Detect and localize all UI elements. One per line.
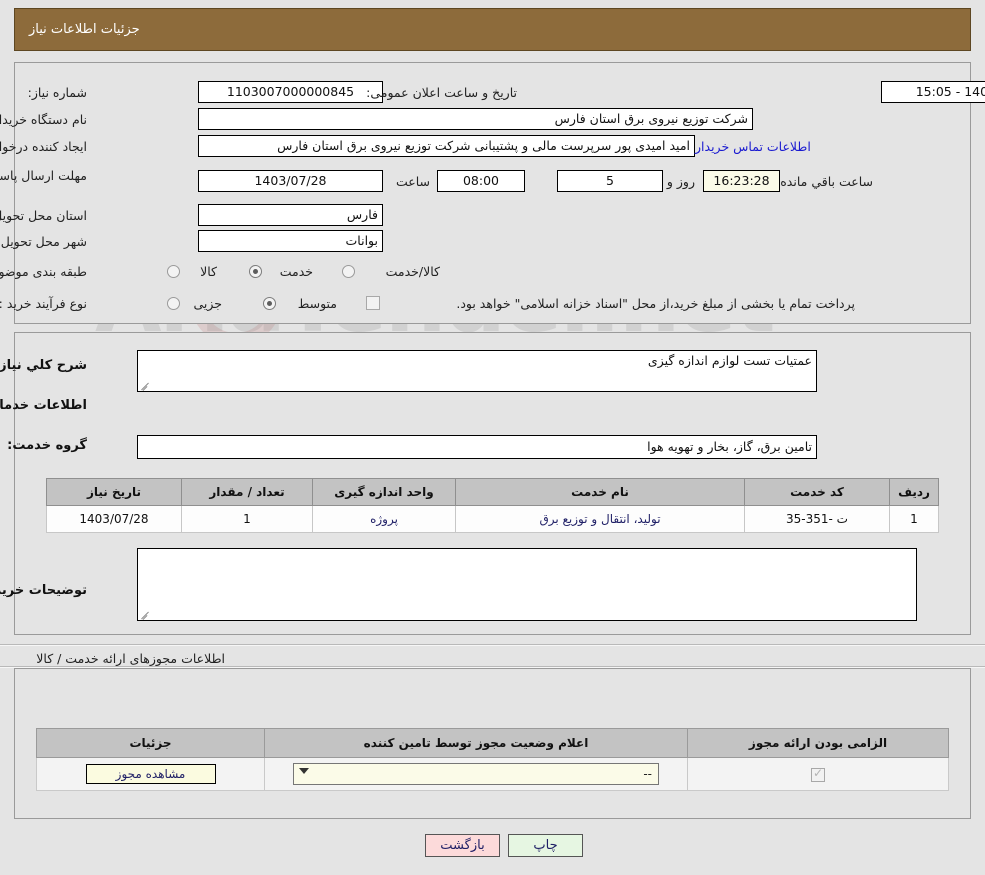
col-quantity: تعداد / مقدار — [181, 478, 313, 506]
announce-datetime-value: 1403/07/22 - 15:05 — [881, 81, 985, 103]
permit-status-select[interactable]: -- — [293, 763, 659, 785]
remaining-days-value: 5 — [557, 170, 663, 192]
buyer-notes-textarea[interactable] — [137, 548, 917, 621]
hour-label: ساعت — [395, 174, 430, 189]
col-permit-status: اعلام وضعیت مجوز توسط تامین کننده — [264, 728, 688, 758]
deadline-date-value: 1403/07/28 — [198, 170, 383, 192]
page-title-bar: جزئیات اطلاعات نیاز — [14, 8, 971, 51]
category-radio-kala-khedmat[interactable] — [342, 265, 355, 278]
province-value: فارس — [198, 204, 383, 226]
announce-datetime-label: تاریخ و ساعت اعلان عمومی: — [366, 85, 517, 100]
col-index: ردیف — [889, 478, 939, 506]
print-button[interactable]: چاپ — [508, 834, 583, 857]
need-number-label: شماره نیاز: — [27, 85, 87, 100]
process-option-0-label: جزیی — [193, 296, 222, 311]
col-date: تاریخ نیاز — [46, 478, 182, 506]
category-label: طبقه بندی موضوعی: — [0, 264, 87, 279]
treasury-bond-checkbox[interactable] — [366, 296, 380, 310]
col-name: نام خدمت — [455, 478, 745, 506]
cell-permit-status: -- — [264, 757, 688, 791]
city-label: شهر محل تحویل: — [0, 234, 87, 249]
service-group-label: گروه خدمت: — [7, 438, 87, 453]
process-radio-motavasset[interactable] — [263, 297, 276, 310]
resize-grip-icon[interactable] — [140, 609, 150, 619]
remaining-time-value: 16:23:28 — [703, 170, 780, 192]
col-permit-required: الزامی بودن ارائه مجوز — [687, 728, 949, 758]
cell-unit: پروژه — [312, 505, 456, 533]
deadline-time-value: 08:00 — [437, 170, 525, 192]
cell-quantity: 1 — [181, 505, 313, 533]
services-table: ردیف کد خدمت نام خدمت واحد اندازه گیری ت… — [46, 478, 939, 533]
divider — [0, 666, 985, 668]
description-textarea[interactable]: عمتیات تست لوازم اندازه گیزی — [137, 350, 817, 392]
permits-section-label: اطلاعات مجوزهای ارائه خدمت / کالا — [36, 651, 225, 666]
days-label: روز و — [666, 174, 695, 189]
divider — [0, 644, 985, 646]
chevron-down-icon — [299, 768, 309, 774]
cell-index: 1 — [889, 505, 939, 533]
request-creator-label: ایجاد کننده درخواست: — [0, 139, 87, 154]
page-root: AriaTender.net جزئیات اطلاعات نیاز شماره… — [0, 0, 985, 875]
table-row: 1 ت -351-35 تولید، انتقال و توزیع برق پر… — [46, 505, 939, 533]
permits-header-row: الزامی بودن ارائه مجوز اعلام وضعیت مجوز … — [36, 728, 949, 758]
service-group-value: تامین برق، گاز، بخار و تهویه هوا — [137, 435, 817, 459]
view-permit-button[interactable]: مشاهده مجوز — [85, 764, 216, 784]
col-unit: واحد اندازه گیری — [312, 478, 456, 506]
cell-permit-required — [687, 757, 949, 791]
cell-code: ت -351-35 — [744, 505, 890, 533]
permit-required-checkbox — [811, 766, 825, 782]
buyer-notes-label: توضیحات خریدار: — [0, 583, 87, 598]
city-value: بوانات — [198, 230, 383, 252]
buyer-org-value: شرکت توزیع نیروی برق استان فارس — [198, 108, 753, 130]
need-number-value: 1103007000000845 — [198, 81, 383, 103]
process-radio-jozei[interactable] — [167, 297, 180, 310]
table-header-row: ردیف کد خدمت نام خدمت واحد اندازه گیری ت… — [46, 478, 939, 506]
permits-row: -- مشاهده مجوز — [36, 757, 949, 791]
permit-status-value: -- — [643, 767, 652, 781]
cell-name: تولید، انتقال و توزیع برق — [455, 505, 745, 533]
process-option-1-label: متوسط — [297, 296, 337, 311]
category-option-0-label: کالا — [200, 264, 217, 279]
cell-permit-details: مشاهده مجوز — [36, 757, 265, 791]
province-label: استان محل تحویل: — [0, 208, 87, 223]
services-heading: اطلاعات خدمات مورد نیاز — [0, 398, 87, 413]
page-title: جزئیات اطلاعات نیاز — [29, 22, 140, 37]
category-radio-khedmat[interactable] — [249, 265, 262, 278]
col-code: کد خدمت — [744, 478, 890, 506]
col-permit-details: جزئیات — [36, 728, 265, 758]
category-option-1-label: خدمت — [279, 264, 313, 279]
remaining-label: ساعت باقي مانده — [780, 174, 873, 189]
request-creator-value: امید امیدی پور سرپرست مالی و پشتیبانی شر… — [198, 135, 695, 157]
description-label: شرح کلي نیاز: — [0, 358, 87, 373]
cell-date: 1403/07/28 — [46, 505, 182, 533]
purchase-process-label: نوع فرآیند خرید : — [0, 296, 87, 311]
description-value: عمتیات تست لوازم اندازه گیزی — [647, 353, 812, 368]
resize-grip-icon[interactable] — [140, 380, 150, 390]
need-info-panel — [14, 62, 971, 324]
category-radio-kala[interactable] — [167, 265, 180, 278]
deadline-label-text: مهلت ارسال پاسخ: تا تاریخ: — [0, 168, 87, 183]
deadline-label: مهلت ارسال پاسخ: تا تاریخ: — [0, 168, 87, 183]
treasury-bond-note: پرداخت تمام یا بخشی از مبلغ خرید،از محل … — [456, 296, 855, 311]
back-button[interactable]: بازگشت — [425, 834, 500, 857]
buyer-org-label: نام دستگاه خریدار: — [0, 112, 87, 127]
permits-table: الزامی بودن ارائه مجوز اعلام وضعیت مجوز … — [36, 728, 949, 791]
category-option-2-label: کالا/خدمت — [385, 264, 440, 279]
buyer-contact-link[interactable]: اطلاعات تماس خریدار — [695, 139, 811, 154]
